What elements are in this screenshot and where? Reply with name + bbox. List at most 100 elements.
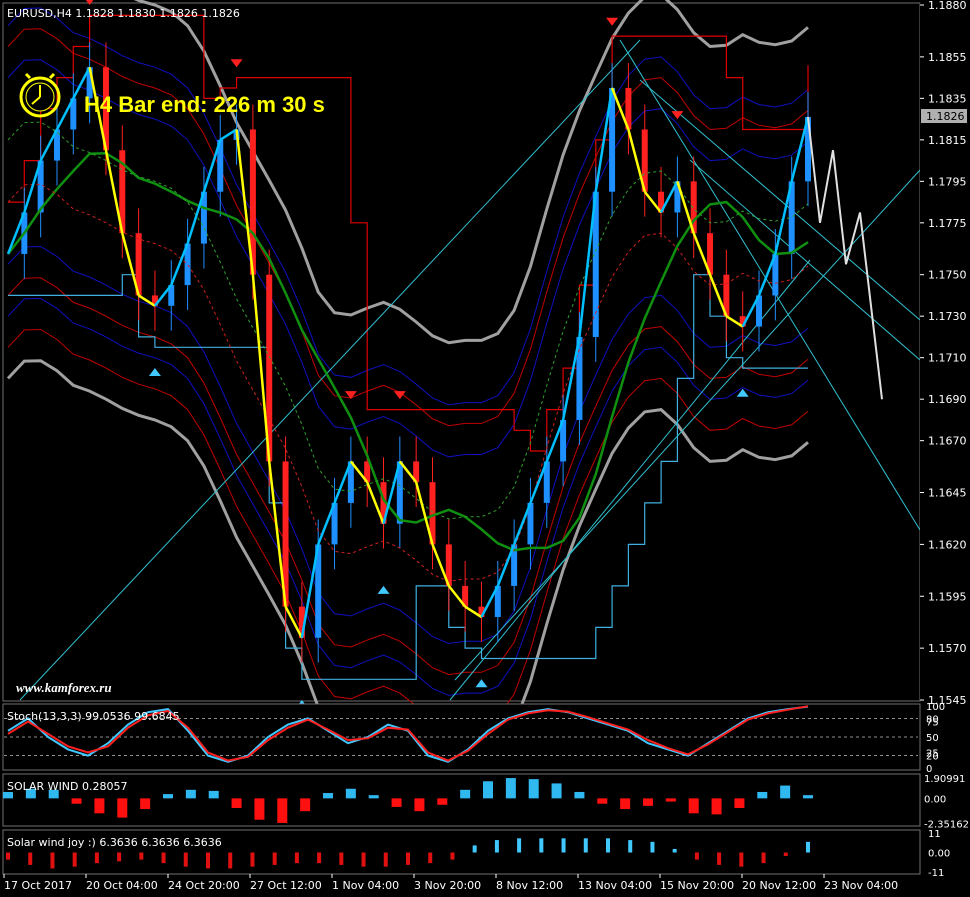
solar-wind-joy-bar [583,838,588,853]
solar-wind-joy-bar [139,852,144,860]
price-tick-label: 1.1620 [928,538,967,551]
price-tick-label: 1.1690 [928,393,967,406]
solar-wind-joy-bar [294,852,299,864]
solar-wind-bar [505,778,516,799]
stoch-tick-label: 100 [926,702,945,713]
solar-wind-bar [277,798,288,823]
solar-wind-tick-label: 1.90991 [924,774,965,785]
solar-wind-tick-label: 0.00 [924,794,946,805]
stoch-panel[interactable]: Stoch(13,3,3) 99.0536 99.6845 1008075502… [2,702,945,775]
solar-wind-bar [345,788,356,799]
solar-wind-joy-bar [183,852,188,867]
solar-wind-bar [483,781,493,799]
solar-wind-bar [254,798,265,820]
price-tick-label: 1.1775 [928,217,967,230]
solar-wind-bar [597,798,608,804]
price-tick-label: 1.1880 [928,0,967,12]
solar-wind-joy-bar [806,841,810,853]
solar-wind-joy-bar [672,848,677,853]
solar-wind-joy-bar [517,838,522,853]
solar-wind-joy-bar [228,852,233,869]
solar-wind-panel[interactable]: SOLAR WIND 0.28057 1.909910.00-2.35162 [2,773,969,831]
solar-wind-bar [643,798,653,806]
solar-wind-bar [185,789,196,799]
solar-wind-bar [300,798,311,812]
solar-wind-joy-bar [428,852,433,864]
solar-wind-joy-tick-label: 11 [928,829,941,840]
time-tick-label: 23 Nov 04:00 [824,879,898,892]
time-tick-label: 27 Oct 12:00 [250,879,322,892]
time-axis: 17 Oct 2017 20 Oct 04:00 24 Oct 20:00 27 Oc… [3,874,898,892]
solar-wind-bar [391,798,402,807]
solar-wind-bar [620,798,631,810]
solar-wind-joy-bar [161,852,166,864]
solar-wind-joy-bar [250,852,255,867]
solar-wind-bar [414,798,425,812]
solar-wind-joy-tick-label: -11 [928,868,944,879]
stoch-tick-label: 20 [926,752,939,763]
solar-wind-bar [437,798,448,805]
solar-wind-bar [665,798,676,802]
solar-wind-joy-bar [717,852,722,865]
solar-wind-joy-bar [783,852,788,857]
solar-wind-joy-tick-label: 0.00 [928,849,950,860]
solar-wind-joy-bar [406,852,410,865]
solar-wind-joy-bar [539,838,544,853]
time-tick-label: 20 Nov 12:00 [742,879,816,892]
solar-wind-bar [551,783,562,799]
price-tick-label: 1.1835 [928,92,967,105]
solar-wind-joy-bar [28,852,33,865]
time-tick-label: 20 Oct 04:00 [86,879,158,892]
solar-wind-joy-bar [628,840,633,853]
solar-wind-title: SOLAR WIND 0.28057 [7,780,128,793]
solar-wind-bar [208,790,219,799]
solar-wind-joy-bar [650,841,655,853]
solar-wind-bar [231,798,242,808]
solar-wind-joy-bar [761,852,766,864]
solar-wind-joy-bar [494,840,499,853]
solar-wind-bar [368,795,379,799]
price-axis: 1.1880 1.1855 1.1835 1.1815 1.1795 1.1775 1.17… [920,0,970,707]
price-tick-label: 1.1855 [928,51,967,64]
solar-wind-joy-bar [117,852,122,862]
solar-wind-bar [140,798,151,810]
solar-wind-joy-title: Solar wind joy :) 6.3636 6.3636 6.3636 [7,836,222,849]
stoch-title: Stoch(13,3,3) 99.0536 99.6845 [7,710,180,723]
current-price-label: 1.1826 [926,110,965,123]
solar-wind-joy-bar [6,852,10,860]
watermark: www.kamforex.ru [16,680,112,695]
solar-wind-bar [460,789,471,799]
solar-wind-joy-bar [739,852,744,867]
price-tick-label: 1.1570 [928,642,967,655]
solar-wind-bar [574,791,585,799]
solar-wind-joy-bar [50,852,55,869]
chart-canvas[interactable]: EURUSD,H4 1.1828 1.1830 1.1826 1.1826 1.… [0,0,970,897]
time-tick-label: 8 Nov 12:00 [496,879,563,892]
solar-wind-bar [734,798,745,808]
symbol-header: EURUSD,H4 1.1828 1.1830 1.1826 1.1826 [7,7,240,20]
solar-wind-joy-bar [272,852,277,865]
solar-wind-joy-bar [339,852,344,865]
solar-wind-joy-bar [94,852,99,864]
solar-wind-bar [94,798,105,814]
solar-wind-joy-bar [206,852,210,869]
solar-wind-joy-panel[interactable]: Solar wind joy :) 6.3636 6.3636 6.3636 1… [2,829,950,879]
solar-wind-bar [757,791,768,799]
time-tick-label: 3 Nov 20:00 [414,879,481,892]
bar-end-timer: H4 Bar end: 226 m 30 s [84,92,325,117]
time-tick-label: 13 Nov 04:00 [578,879,652,892]
solar-wind-bar [711,798,722,815]
price-tick-label: 1.1730 [928,310,967,323]
price-tick-label: 1.1710 [928,352,967,365]
solar-wind-joy-bar [383,852,388,867]
time-tick-label: 15 Nov 20:00 [660,879,734,892]
price-tick-label: 1.1750 [928,269,967,282]
solar-wind-bar [688,798,699,814]
solar-wind-joy-bar [361,852,366,867]
solar-wind-joy-bar [606,838,610,853]
solar-wind-bar [323,793,333,799]
stoch-tick-label: 75 [926,718,939,729]
price-tick-label: 1.1670 [928,435,967,448]
time-tick-label: 17 Oct 2017 [4,879,72,892]
solar-wind-bar [803,795,813,799]
